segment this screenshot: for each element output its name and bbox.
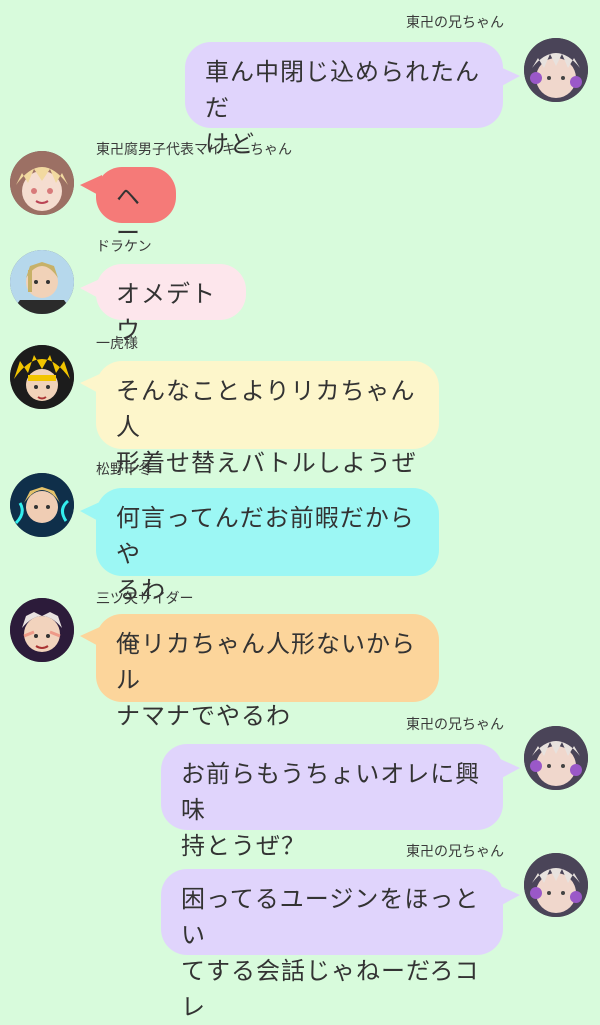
mikey-avatar-icon[interactable] [524,726,588,790]
mikey-avatar-icon[interactable] [524,853,588,917]
chat-message: 東卍の兄ちゃん お前らもうちょいオレに興味 持とうぜ？ [0,716,600,860]
mikey-avatar-icon[interactable] [524,38,588,102]
sender-name: 松野千冬 [96,462,152,478]
message-bubble[interactable]: ヘー [96,167,176,247]
sender-name: ドラケン [96,239,152,255]
chat-message: 三ツ矢サイダー 俺リカちゃん人形ないからル ナマナでやるわ [0,590,600,730]
chat-message: 一虎様 そんなことよりリカちゃん人 形着せ替えバトルしようぜ [0,335,600,477]
mikey-avatar-icon[interactable] [10,151,74,215]
message-bubble[interactable]: お前らもうちょいオレに興味 持とうぜ？ [161,744,503,860]
message-bubble[interactable]: 車ん中閉じ込められたんだ けど [185,42,503,158]
kazutora-avatar-icon[interactable] [10,345,74,409]
sender-name: 東卍の兄ちゃん [406,844,504,860]
message-bubble[interactable]: 俺リカちゃん人形ないからル ナマナでやるわ [96,614,439,730]
sender-name: 三ツ矢サイダー [96,591,194,607]
chat-log: 東卍の兄ちゃん 車ん中閉じ込められたんだ けど 東卍腐男子代表マイキーちゃん ヘ… [0,0,600,1021]
draken-avatar-icon[interactable] [10,250,74,314]
chat-message: 東卍の兄ちゃん 困ってるユージンをほっとい てする会話じゃねーだろコレ [0,843,600,1021]
chat-message: 松野千冬 何言ってんだお前暇だからや るわ [0,461,600,604]
sender-name: 東卍の兄ちゃん [406,15,504,31]
sender-name: 東卍の兄ちゃん [406,717,504,733]
mitsuya-avatar-icon[interactable] [10,598,74,662]
sender-name: 東卍腐男子代表マイキーちゃん [96,142,292,158]
message-bubble[interactable]: 困ってるユージンをほっとい てする会話じゃねーだろコレ [161,869,503,1021]
chat-message: ドラケン オメデトウ [0,238,600,344]
message-bubble[interactable]: オメデトウ [96,264,246,344]
chat-message: 東卍腐男子代表マイキーちゃん ヘー [0,141,600,247]
message-bubble[interactable]: そんなことよりリカちゃん人 形着せ替えバトルしようぜ [96,361,439,477]
sender-name: 一虎様 [96,336,138,352]
chifuyu-avatar-icon[interactable] [10,473,74,537]
chat-message: 東卍の兄ちゃん 車ん中閉じ込められたんだ けど [0,14,600,158]
message-bubble[interactable]: 何言ってんだお前暇だからや るわ [96,488,439,604]
